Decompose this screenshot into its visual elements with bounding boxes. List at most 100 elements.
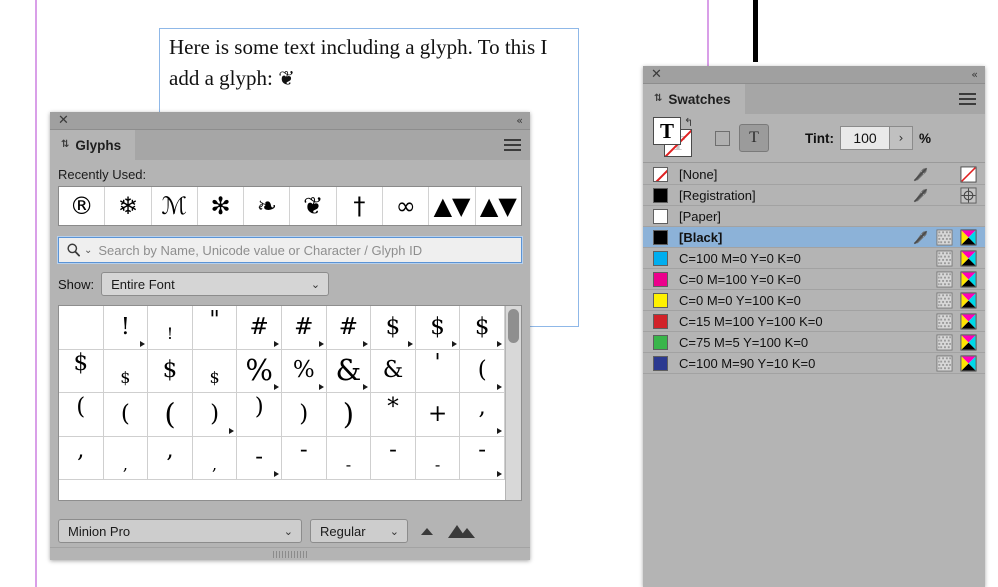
tint-input[interactable]	[841, 127, 889, 149]
halftone-pattern-icon[interactable]	[936, 291, 953, 309]
glyph-cell[interactable]: '	[415, 349, 461, 393]
glyph-cell[interactable]: (	[103, 393, 149, 437]
swatch-row[interactable]: C=100 M=0 Y=0 K=0	[643, 248, 985, 269]
triangle-pair-glyph[interactable]: ▲▼	[476, 187, 521, 225]
rotated-floral-heart-glyph[interactable]: ❦	[290, 187, 337, 225]
registered-sign-glyph[interactable]: ®	[59, 187, 106, 225]
glyph-cell[interactable]: )	[192, 393, 238, 437]
swatch-row[interactable]: C=0 M=100 Y=0 K=0	[643, 269, 985, 290]
triangle-wave-ornament-glyph[interactable]: ▲▼	[429, 187, 476, 225]
halftone-pattern-icon[interactable]	[936, 249, 953, 267]
glyph-cell[interactable]: (	[59, 393, 104, 437]
glyph-cell[interactable]: #	[281, 306, 327, 350]
glyph-cell[interactable]: !	[148, 306, 193, 350]
ampersand-ornament-glyph[interactable]: ∞	[383, 187, 430, 225]
glyph-cell[interactable]: #	[326, 306, 372, 350]
glyph-cell[interactable]: ,	[192, 436, 238, 480]
dagger-cross-glyph[interactable]: †	[337, 187, 384, 225]
glyphs-panel-menu-icon[interactable]	[504, 139, 521, 151]
swap-fill-stroke-icon[interactable]: ↰	[684, 116, 693, 129]
tab-swatches[interactable]: ⇅ Swatches	[643, 84, 745, 114]
glyph-cell[interactable]	[59, 306, 104, 350]
search-options-chevron-icon[interactable]: ⌄	[84, 245, 92, 256]
halftone-pattern-icon[interactable]	[936, 333, 953, 351]
glyph-cell[interactable]: $	[371, 306, 416, 350]
glyph-cell[interactable]: -	[326, 436, 372, 480]
swatch-row[interactable]: [Paper]	[643, 206, 985, 227]
glyph-cell[interactable]: -	[371, 436, 416, 480]
glyph-cell[interactable]: -	[460, 436, 505, 480]
glyph-cell[interactable]: &	[371, 349, 416, 393]
swatches-panel[interactable]: ✕ « ⇅ Swatches T T ↰ T Tint:	[643, 66, 985, 587]
glyph-cell[interactable]: +	[415, 393, 461, 437]
glyph-cell[interactable]: (	[148, 393, 193, 437]
swatch-row[interactable]: C=15 M=100 Y=100 K=0	[643, 311, 985, 332]
glyph-cell[interactable]: ,	[148, 436, 193, 480]
glyphs-panel[interactable]: ✕ « ⇅ Glyphs Recently Used: ® ❄ ℳ ✻ ❧ ❦ † ∞ ▲▼ ▲▼…	[50, 112, 530, 560]
glyph-cell[interactable]: $	[59, 349, 104, 393]
cmyk-color-mode-icon[interactable]	[960, 354, 977, 372]
halftone-pattern-icon[interactable]	[936, 270, 953, 288]
glyph-cell[interactable]: ,	[460, 393, 505, 437]
tint-stepper-icon[interactable]: ›	[889, 127, 912, 149]
glyph-grid-scrollbar[interactable]	[505, 306, 521, 500]
font-family-select[interactable]: Minion Pro ⌄	[58, 519, 302, 543]
glyph-cell[interactable]: #	[237, 306, 282, 350]
eyedropper-disabled-icon[interactable]	[912, 229, 929, 246]
close-icon[interactable]: ✕	[58, 114, 69, 127]
cmyk-color-mode-icon[interactable]	[960, 270, 977, 288]
formatting-affects-text-button[interactable]: T	[739, 124, 769, 152]
cmyk-color-mode-icon[interactable]	[960, 228, 977, 246]
cmyk-color-mode-icon[interactable]	[960, 249, 977, 267]
large-glyph-size-icon[interactable]	[446, 521, 478, 541]
search-input[interactable]	[98, 242, 515, 258]
halftone-pattern-icon[interactable]	[936, 312, 953, 330]
glyph-cell[interactable]: )	[281, 393, 327, 437]
halftone-pattern-icon[interactable]	[936, 228, 953, 246]
glyph-cell[interactable]: $	[192, 349, 238, 393]
glyph-cell[interactable]: )	[326, 393, 372, 437]
glyph-grid[interactable]: !! " # # # $ $ $ $ $ $ $%% & & '(((()))) * +,,,,, - - - - - -	[59, 306, 505, 500]
none-swatch-icon[interactable]	[960, 165, 977, 183]
swatch-row[interactable]: C=75 M=5 Y=100 K=0	[643, 332, 985, 353]
swatch-row[interactable]: C=0 M=0 Y=100 K=0	[643, 290, 985, 311]
glyph-cell[interactable]: *	[371, 393, 416, 437]
glyph-cell[interactable]: %	[237, 349, 282, 393]
scrollbar-thumb[interactable]	[508, 309, 519, 343]
collapse-icon[interactable]: «	[971, 68, 978, 81]
swatch-list[interactable]: [None] [Registration] [Paper] [Black] C=100 …	[643, 164, 985, 587]
sun-ornament-glyph[interactable]: ✻	[198, 187, 245, 225]
font-style-select[interactable]: Regular ⌄	[310, 519, 408, 543]
registration-target-icon[interactable]	[960, 186, 977, 204]
glyph-cell[interactable]: "	[192, 306, 238, 350]
eyedropper-disabled-icon[interactable]	[912, 187, 929, 204]
glyph-search-field[interactable]: ⌄	[58, 237, 522, 263]
cmyk-color-mode-icon[interactable]	[960, 312, 977, 330]
glyph-cell[interactable]: &	[326, 349, 372, 393]
cmyk-color-mode-icon[interactable]	[960, 291, 977, 309]
swatch-row[interactable]: C=100 M=90 Y=10 K=0	[643, 353, 985, 374]
glyph-cell[interactable]: (	[460, 349, 505, 393]
glyph-cell[interactable]: $	[415, 306, 461, 350]
eyedropper-disabled-icon[interactable]	[912, 166, 929, 183]
glyph-cell[interactable]: $	[148, 349, 193, 393]
tab-glyphs[interactable]: ⇅ Glyphs	[50, 130, 136, 160]
fill-stroke-proxy[interactable]: T T ↰	[653, 116, 699, 159]
tint-field[interactable]: ›	[840, 126, 913, 150]
glyph-cell[interactable]: $	[460, 306, 505, 350]
glyphs-panel-resize-grip[interactable]	[50, 547, 530, 560]
swatches-panel-menu-icon[interactable]	[959, 93, 976, 105]
glyph-cell[interactable]: %	[281, 349, 327, 393]
halftone-pattern-icon[interactable]	[936, 354, 953, 372]
small-glyph-size-icon[interactable]	[416, 523, 438, 539]
fill-proxy-swatch[interactable]: T	[653, 117, 681, 145]
collapse-icon[interactable]: «	[516, 114, 523, 127]
recently-used-row[interactable]: ® ❄ ℳ ✻ ❧ ❦ † ∞ ▲▼ ▲▼	[58, 186, 522, 226]
swatch-row[interactable]: [None]	[643, 164, 985, 185]
cmyk-color-mode-icon[interactable]	[960, 333, 977, 351]
floral-leaf-ornament-glyph[interactable]: ❧	[244, 187, 291, 225]
glyph-cell[interactable]: -	[281, 436, 327, 480]
swatch-row[interactable]: [Registration]	[643, 185, 985, 206]
snowflake-glyph[interactable]: ❄	[105, 187, 152, 225]
glyph-cell[interactable]: ,	[59, 436, 104, 480]
